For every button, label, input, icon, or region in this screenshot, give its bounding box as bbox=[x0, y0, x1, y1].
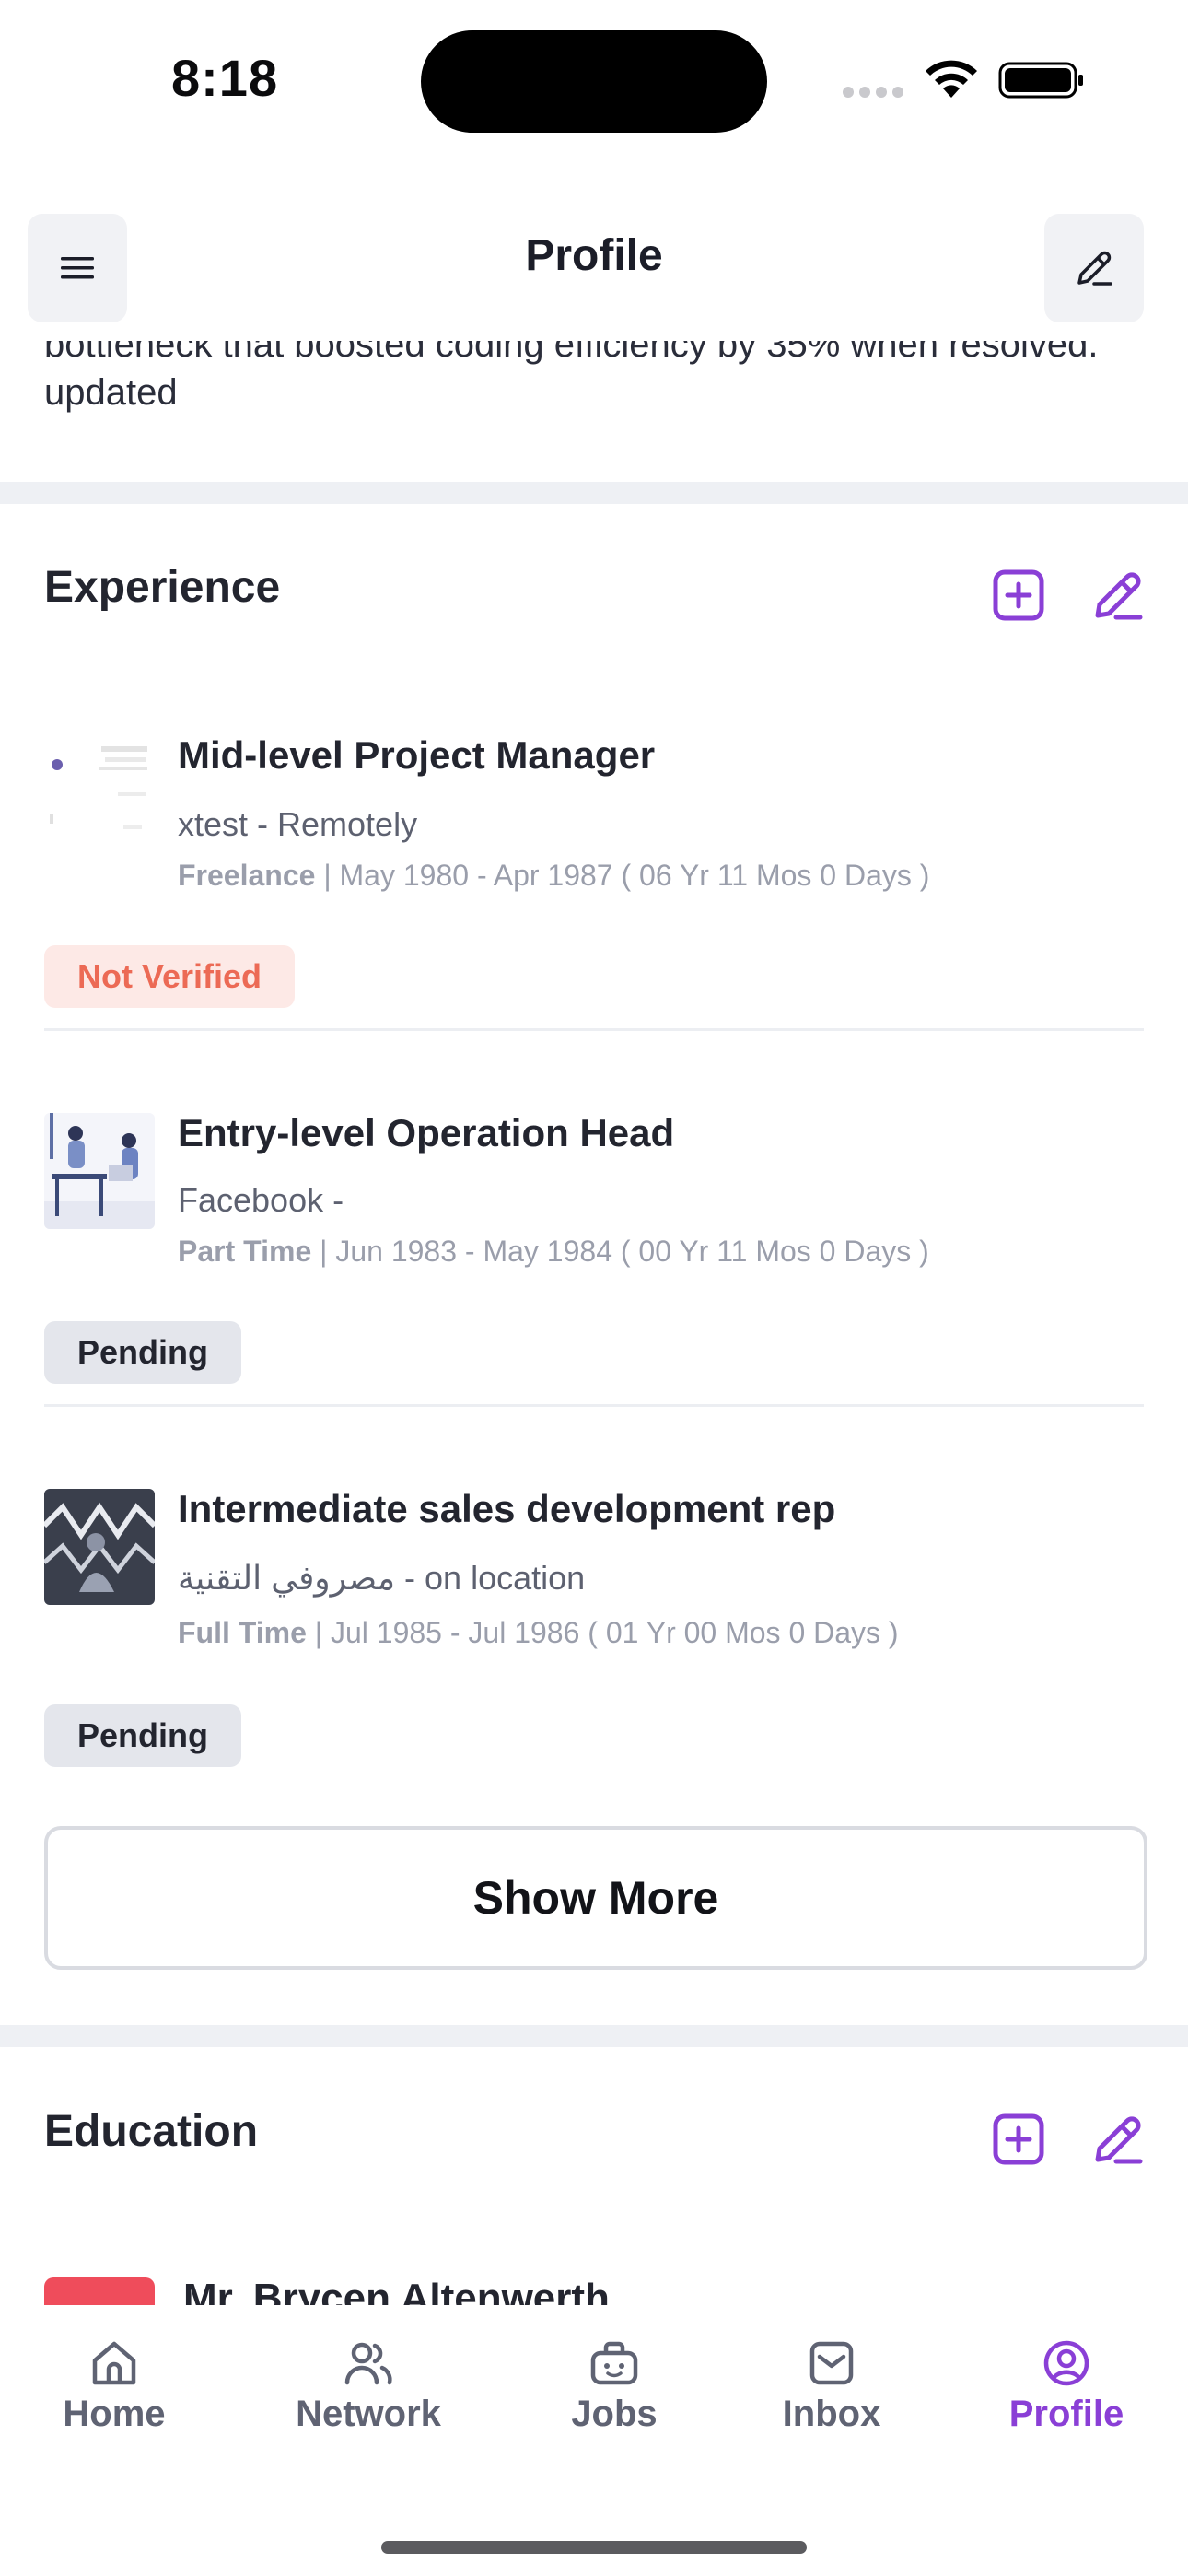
employment-type: Part Time bbox=[178, 1235, 312, 1268]
nav-inbox[interactable]: Inbox bbox=[730, 2336, 933, 2447]
nav-jobs-label: Jobs bbox=[571, 2394, 658, 2434]
nav-jobs[interactable]: Jobs bbox=[513, 2336, 716, 2447]
job-title: Entry-level Operation Head bbox=[178, 1111, 675, 1154]
nav-home[interactable]: Home bbox=[13, 2336, 215, 2447]
job-title: Intermediate sales development rep bbox=[178, 1487, 836, 1530]
company-logo bbox=[44, 1489, 155, 1605]
employment-meta: Freelance | May 1980 - Apr 1987 ( 06 Yr … bbox=[178, 859, 929, 893]
add-experience-button[interactable] bbox=[991, 568, 1046, 623]
company-name: Facebook - bbox=[178, 1181, 344, 1219]
nav-profile-label: Profile bbox=[1008, 2394, 1124, 2434]
employment-meta: Part Time | Jun 1983 - May 1984 ( 00 Yr … bbox=[178, 1235, 929, 1269]
nav-inbox-label: Inbox bbox=[782, 2394, 881, 2434]
section-divider bbox=[0, 482, 1188, 504]
people-icon bbox=[344, 2342, 392, 2385]
education-section-title: Education bbox=[44, 2107, 259, 2156]
battery-icon bbox=[998, 62, 1083, 99]
nav-network-label: Network bbox=[296, 2394, 441, 2434]
nav-profile[interactable]: Profile bbox=[965, 2336, 1168, 2447]
status-badge: Pending bbox=[44, 1321, 241, 1384]
employment-meta: Full Time | Jul 1985 - Jul 1986 ( 01 Yr … bbox=[178, 1616, 899, 1650]
company-name: xtest - Remotely bbox=[178, 805, 418, 843]
wifi-icon bbox=[926, 60, 977, 98]
employment-period: | Jul 1985 - Jul 1986 ( 01 Yr 00 Mos 0 D… bbox=[306, 1616, 899, 1649]
inbox-icon bbox=[809, 2341, 854, 2385]
company-logo bbox=[44, 1113, 155, 1229]
employment-type: Freelance bbox=[178, 859, 316, 892]
dynamic-island bbox=[421, 30, 767, 133]
status-badge: Pending bbox=[44, 1704, 241, 1767]
top-app-bar: Profile bbox=[0, 157, 1188, 341]
home-indicator[interactable] bbox=[381, 2541, 807, 2554]
home-icon bbox=[92, 2341, 136, 2385]
employment-period: | May 1980 - Apr 1987 ( 06 Yr 11 Mos 0 D… bbox=[315, 859, 930, 892]
status-bar: 8:18 bbox=[0, 0, 1188, 157]
employment-period: | Jun 1983 - May 1984 ( 00 Yr 11 Mos 0 D… bbox=[311, 1235, 929, 1268]
company-name: مصروفي التقنية - on location bbox=[178, 1559, 586, 1597]
cellular-signal-icon bbox=[843, 87, 905, 98]
pencil-icon bbox=[1077, 251, 1112, 286]
item-separator bbox=[44, 1028, 1144, 1031]
briefcase-icon bbox=[590, 2341, 638, 2385]
show-more-button[interactable]: Show More bbox=[44, 1826, 1147, 1970]
add-education-button[interactable] bbox=[991, 2112, 1046, 2167]
section-divider bbox=[0, 2025, 1188, 2047]
employment-type: Full Time bbox=[178, 1616, 307, 1649]
item-separator bbox=[44, 1404, 1144, 1407]
company-logo bbox=[44, 737, 155, 853]
bottom-navigation: Home Network Jobs Inbox Profile bbox=[0, 2305, 1188, 2576]
page-title: Profile bbox=[525, 231, 663, 280]
job-title: Mid-level Project Manager bbox=[178, 733, 656, 777]
status-time: 8:18 bbox=[171, 49, 279, 107]
edit-experience-button[interactable] bbox=[1090, 568, 1146, 623]
edit-education-button[interactable] bbox=[1090, 2112, 1146, 2167]
nav-network[interactable]: Network bbox=[267, 2336, 470, 2447]
status-badge: Not Verified bbox=[44, 945, 296, 1008]
edit-profile-button[interactable] bbox=[1044, 214, 1144, 322]
profile-icon bbox=[1043, 2340, 1089, 2386]
nav-home-label: Home bbox=[63, 2394, 166, 2434]
experience-section-title: Experience bbox=[44, 563, 281, 612]
